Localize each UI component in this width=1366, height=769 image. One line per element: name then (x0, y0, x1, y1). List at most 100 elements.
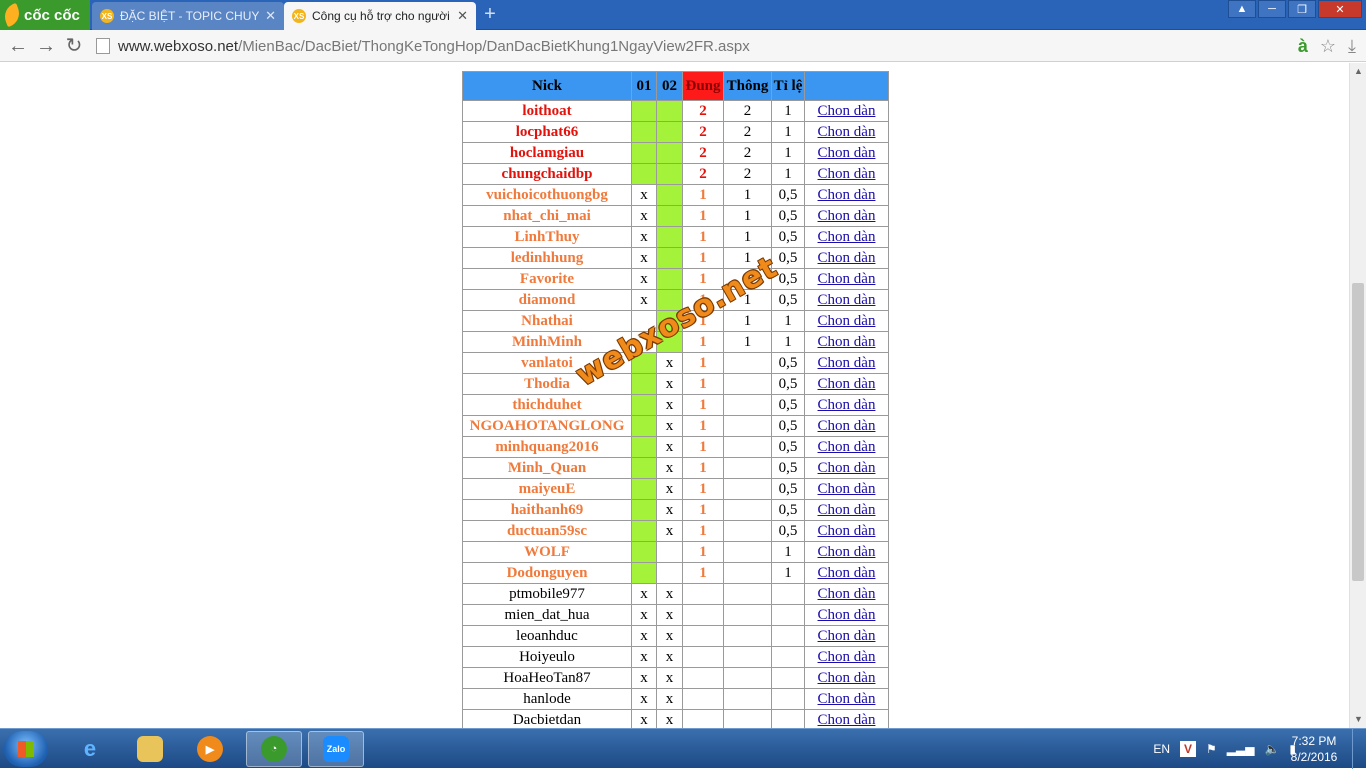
chon-dan-link[interactable]: Chon dàn (818, 607, 876, 623)
col-01-cell (631, 310, 657, 332)
nick-cell: WOLF (462, 541, 632, 563)
chon-dan-link[interactable]: Chon dàn (818, 712, 876, 728)
taskbar-media-player[interactable]: ▶ (182, 731, 238, 767)
ti-le-cell: 1 (771, 541, 805, 563)
chon-dan-link[interactable]: Chon dàn (818, 145, 876, 161)
col-01-cell (631, 394, 657, 416)
window-controls: ▲ ─ ❐ ✕ (1228, 0, 1362, 18)
chon-dan-link[interactable]: Chon dàn (818, 544, 876, 560)
dung-cell: 1 (682, 310, 724, 332)
chon-dan-cell: Chon dàn (804, 520, 889, 542)
chon-dan-link[interactable]: Chon dàn (818, 208, 876, 224)
nick-cell: LinhThuy (462, 226, 632, 248)
tab-cong-cu[interactable]: XS Công cụ hỗ trợ cho người ✕ (284, 2, 476, 30)
col-01-cell: x (631, 226, 657, 248)
reload-button[interactable]: ↻ (62, 34, 86, 58)
scroll-up-icon[interactable]: ▲ (1350, 63, 1366, 80)
dung-cell: 1 (682, 205, 724, 227)
table-row: chungchaidbp 2 2 1 Chon dàn (462, 163, 889, 185)
scrollbar-thumb[interactable] (1352, 283, 1364, 581)
language-indicator[interactable]: EN (1153, 742, 1170, 756)
new-tab-button[interactable]: + (480, 4, 500, 24)
scroll-down-icon[interactable]: ▼ (1350, 711, 1366, 728)
thong-cell (723, 499, 772, 521)
close-tab-icon[interactable]: ✕ (457, 8, 468, 24)
thong-cell (723, 520, 772, 542)
chon-dan-link[interactable]: Chon dàn (818, 229, 876, 245)
chon-dan-link[interactable]: Chon dàn (818, 250, 876, 266)
chon-dan-link[interactable]: Chon dàn (818, 397, 876, 413)
taskbar-explorer[interactable] (122, 731, 178, 767)
taskbar-ie[interactable]: e (62, 731, 118, 767)
col-01-cell: x (631, 184, 657, 206)
thong-cell (723, 688, 772, 710)
forward-button[interactable]: → (34, 34, 58, 58)
internet-explorer-icon: e (83, 736, 97, 761)
coccoc-dictionary-icon[interactable]: à (1298, 36, 1308, 57)
unikey-icon[interactable]: V (1179, 741, 1196, 757)
table-row: Dacbietdan x x Chon dàn (462, 709, 889, 728)
chon-dan-link[interactable]: Chon dàn (818, 334, 876, 350)
taskbar-clock[interactable]: 7:32 PM 8/2/2016 (1284, 733, 1344, 765)
chon-dan-link[interactable]: Chon dàn (818, 103, 876, 119)
bookmark-star-icon[interactable]: ☆ (1320, 36, 1336, 57)
volume-icon[interactable]: 🔈 (1264, 742, 1279, 756)
action-center-flag-icon[interactable]: ⚑ (1206, 742, 1217, 756)
chon-dan-link[interactable]: Chon dàn (818, 481, 876, 497)
chon-dan-link[interactable]: Chon dàn (818, 418, 876, 434)
nick-cell: maiyeuE (462, 478, 632, 500)
close-tab-icon[interactable]: ✕ (265, 8, 276, 24)
chon-dan-cell: Chon dàn (804, 709, 889, 728)
chon-dan-link[interactable]: Chon dàn (818, 355, 876, 371)
dung-cell: 1 (682, 331, 724, 353)
chon-dan-link[interactable]: Chon dàn (818, 460, 876, 476)
address-bar[interactable]: www.webxoso.net/MienBac/DacBiet/ThongKeT… (96, 34, 1336, 58)
network-signal-icon[interactable]: ▂▃▅ (1227, 742, 1255, 756)
start-button[interactable] (4, 731, 48, 767)
xs-favicon-icon: XS (292, 9, 306, 23)
chon-dan-cell: Chon dàn (804, 331, 889, 353)
table-row: mien_dat_hua x x Chon dàn (462, 604, 889, 626)
chon-dan-link[interactable]: Chon dàn (818, 124, 876, 140)
thong-cell (723, 562, 772, 584)
chon-dan-link[interactable]: Chon dàn (818, 628, 876, 644)
chon-dan-link[interactable]: Chon dàn (818, 376, 876, 392)
minimize-button[interactable]: ─ (1258, 0, 1286, 18)
show-desktop-button[interactable] (1352, 729, 1366, 769)
chon-dan-link[interactable]: Chon dàn (818, 502, 876, 518)
chon-dan-cell: Chon dàn (804, 247, 889, 269)
chon-dan-cell: Chon dàn (804, 268, 889, 290)
nick-cell: Dacbietdan (462, 709, 632, 728)
col-01-cell (631, 415, 657, 437)
profile-icon[interactable]: ▲ (1228, 0, 1256, 18)
restore-button[interactable]: ❐ (1288, 0, 1316, 18)
table-row: Dodonguyen 1 1 Chon dàn (462, 562, 889, 584)
chon-dan-link[interactable]: Chon dàn (818, 523, 876, 539)
taskbar-coccoc[interactable]: ◔ (246, 731, 302, 767)
chon-dan-link[interactable]: Chon dàn (818, 670, 876, 686)
chon-dan-link[interactable]: Chon dàn (818, 313, 876, 329)
page-scrollbar[interactable]: ▲ ▼ (1349, 63, 1366, 728)
chon-dan-link[interactable]: Chon dàn (818, 691, 876, 707)
chon-dan-link[interactable]: Chon dàn (818, 439, 876, 455)
chon-dan-link[interactable]: Chon dàn (818, 649, 876, 665)
nick-cell: diamond (462, 289, 632, 311)
chon-dan-link[interactable]: Chon dàn (818, 187, 876, 203)
chon-dan-link[interactable]: Chon dàn (818, 271, 876, 287)
coccoc-logo[interactable]: cốc cốc (0, 0, 90, 30)
dung-cell: 1 (682, 184, 724, 206)
chon-dan-cell: Chon dàn (804, 562, 889, 584)
taskbar-zalo[interactable]: Zalo (308, 731, 364, 767)
download-icon[interactable]: ⤓ (1348, 36, 1356, 57)
chon-dan-link[interactable]: Chon dàn (818, 565, 876, 581)
ti-le-cell: 0,5 (771, 247, 805, 269)
col-02-cell (656, 226, 683, 248)
chon-dan-link[interactable]: Chon dàn (818, 292, 876, 308)
tab-dac-biet[interactable]: XS ĐẶC BIỆT - TOPIC CHUYÊN ✕ (92, 2, 284, 30)
back-button[interactable]: ← (6, 34, 30, 58)
chon-dan-link[interactable]: Chon dàn (818, 586, 876, 602)
close-window-button[interactable]: ✕ (1318, 0, 1362, 18)
chon-dan-cell: Chon dàn (804, 478, 889, 500)
col-01-cell (631, 457, 657, 479)
chon-dan-link[interactable]: Chon dàn (818, 166, 876, 182)
